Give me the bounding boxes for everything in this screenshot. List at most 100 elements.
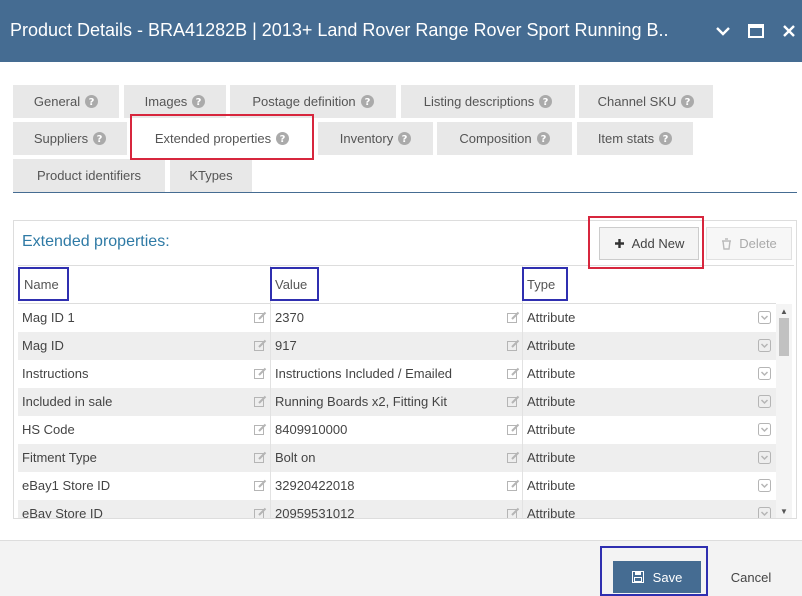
name-cell[interactable]: Mag ID xyxy=(18,332,271,360)
value-cell[interactable]: 917 xyxy=(271,332,523,360)
table-row[interactable]: Fitment Type Bolt on Attribute xyxy=(18,444,776,472)
add-new-button[interactable]: Add New xyxy=(599,227,699,260)
collapse-button[interactable] xyxy=(712,20,734,42)
edit-icon[interactable] xyxy=(254,339,267,352)
dropdown-icon[interactable] xyxy=(758,311,771,324)
value-cell[interactable]: 2370 xyxy=(271,304,523,332)
tab-inventory[interactable]: Inventory ? xyxy=(318,122,433,155)
delete-button[interactable]: Delete xyxy=(706,227,792,260)
table-row[interactable]: Instructions Instructions Included / Ema… xyxy=(18,360,776,388)
scroll-up-icon[interactable]: ▲ xyxy=(779,306,789,316)
dropdown-icon[interactable] xyxy=(758,395,771,408)
value-cell[interactable]: Instructions Included / Emailed xyxy=(271,360,523,388)
tab-general[interactable]: General ? xyxy=(13,85,119,118)
edit-icon[interactable] xyxy=(507,367,520,380)
edit-icon[interactable] xyxy=(254,395,267,408)
tab-channel-sku[interactable]: Channel SKU ? xyxy=(579,85,713,118)
edit-icon[interactable] xyxy=(507,311,520,324)
svg-text:?: ? xyxy=(685,97,691,108)
value-cell[interactable]: Running Boards x2, Fitting Kit xyxy=(271,388,523,416)
table-row[interactable]: HS Code 8409910000 Attribute xyxy=(18,416,776,444)
dropdown-icon[interactable] xyxy=(758,339,771,352)
svg-text:?: ? xyxy=(402,134,408,145)
save-button[interactable]: Save xyxy=(613,561,701,593)
help-icon: ? xyxy=(681,95,695,108)
scroll-down-icon[interactable]: ▼ xyxy=(779,506,789,516)
table-row[interactable]: eBay Store ID 20959531012 Attribute xyxy=(18,500,776,518)
edit-icon[interactable] xyxy=(507,507,520,518)
tab-composition[interactable]: Composition ? xyxy=(437,122,572,155)
tab-suppliers[interactable]: Suppliers ? xyxy=(13,122,127,155)
tab-product-identifiers[interactable]: Product identifiers xyxy=(13,159,165,192)
table-row[interactable]: Mag ID 917 Attribute xyxy=(18,332,776,360)
close-icon xyxy=(783,25,795,37)
edit-icon[interactable] xyxy=(507,479,520,492)
name-cell[interactable]: eBay1 Store ID xyxy=(18,472,271,500)
value-cell[interactable]: Bolt on xyxy=(271,444,523,472)
dropdown-icon[interactable] xyxy=(758,507,771,518)
window-title: Product Details - BRA41282B | 2013+ Land… xyxy=(10,20,670,40)
tab-images[interactable]: Images ? xyxy=(124,85,226,118)
type-cell[interactable]: Attribute xyxy=(523,304,776,332)
dropdown-icon[interactable] xyxy=(758,423,771,436)
name-cell[interactable]: Fitment Type xyxy=(18,444,271,472)
tab-item-stats[interactable]: Item stats ? xyxy=(577,122,693,155)
type-cell[interactable]: Attribute xyxy=(523,388,776,416)
name-cell[interactable]: eBay Store ID xyxy=(18,500,271,518)
tab-label: Extended properties xyxy=(154,131,272,146)
value-cell[interactable]: 32920422018 xyxy=(271,472,523,500)
cancel-button[interactable]: Cancel xyxy=(708,561,794,593)
type-text: Attribute xyxy=(527,478,576,493)
table-row[interactable]: Mag ID 1 2370 Attribute xyxy=(18,304,776,332)
value-text: Running Boards x2, Fitting Kit xyxy=(275,394,447,409)
edit-icon[interactable] xyxy=(254,451,267,464)
vertical-scrollbar[interactable]: ▲ ▼ xyxy=(776,304,792,518)
table-row[interactable]: eBay1 Store ID 32920422018 Attribute xyxy=(18,472,776,500)
column-header-value[interactable]: Value xyxy=(271,266,521,304)
tab-ktypes[interactable]: KTypes xyxy=(170,159,252,192)
edit-icon[interactable] xyxy=(507,395,520,408)
delete-label: Delete xyxy=(739,236,777,251)
name-text: Fitment Type xyxy=(22,450,97,465)
type-cell[interactable]: Attribute xyxy=(523,472,776,500)
edit-icon[interactable] xyxy=(254,423,267,436)
name-cell[interactable]: HS Code xyxy=(18,416,271,444)
value-cell[interactable]: 20959531012 xyxy=(271,500,523,518)
column-header-name[interactable]: Name xyxy=(20,266,270,304)
close-button[interactable] xyxy=(778,20,800,42)
dropdown-icon[interactable] xyxy=(758,367,771,380)
edit-icon[interactable] xyxy=(254,507,267,518)
edit-icon[interactable] xyxy=(507,451,520,464)
edit-icon[interactable] xyxy=(254,479,267,492)
table-row[interactable]: Included in sale Running Boards x2, Fitt… xyxy=(18,388,776,416)
edit-icon[interactable] xyxy=(254,367,267,380)
type-text: Attribute xyxy=(527,450,576,465)
maximize-button[interactable] xyxy=(745,20,767,42)
type-cell[interactable]: Attribute xyxy=(523,416,776,444)
name-cell[interactable]: Instructions xyxy=(18,360,271,388)
name-cell[interactable]: Included in sale xyxy=(18,388,271,416)
scrollbar-thumb[interactable] xyxy=(779,318,789,356)
edit-icon[interactable] xyxy=(254,311,267,324)
type-text: Attribute xyxy=(527,310,576,325)
name-cell[interactable]: Mag ID 1 xyxy=(18,304,271,332)
svg-text:?: ? xyxy=(89,97,95,108)
edit-icon[interactable] xyxy=(507,423,520,436)
dropdown-icon[interactable] xyxy=(758,479,771,492)
tab-postage-definition[interactable]: Postage definition ? xyxy=(230,85,396,118)
type-cell[interactable]: Attribute xyxy=(523,332,776,360)
tab-extended-properties[interactable]: Extended properties ? xyxy=(133,122,311,155)
value-cell[interactable]: 8409910000 xyxy=(271,416,523,444)
save-label: Save xyxy=(652,569,683,585)
edit-icon[interactable] xyxy=(507,339,520,352)
type-cell[interactable]: Attribute xyxy=(523,500,776,518)
value-text: 917 xyxy=(275,338,297,353)
tab-label: Inventory xyxy=(339,131,394,146)
tab-listing-descriptions[interactable]: Listing descriptions ? xyxy=(401,85,575,118)
type-cell[interactable]: Attribute xyxy=(523,444,776,472)
column-header-type[interactable]: Type xyxy=(523,266,776,304)
type-cell[interactable]: Attribute xyxy=(523,360,776,388)
svg-text:?: ? xyxy=(196,97,202,108)
dialog-content: General ? Images ? Postage definition ? … xyxy=(0,62,802,540)
dropdown-icon[interactable] xyxy=(758,451,771,464)
